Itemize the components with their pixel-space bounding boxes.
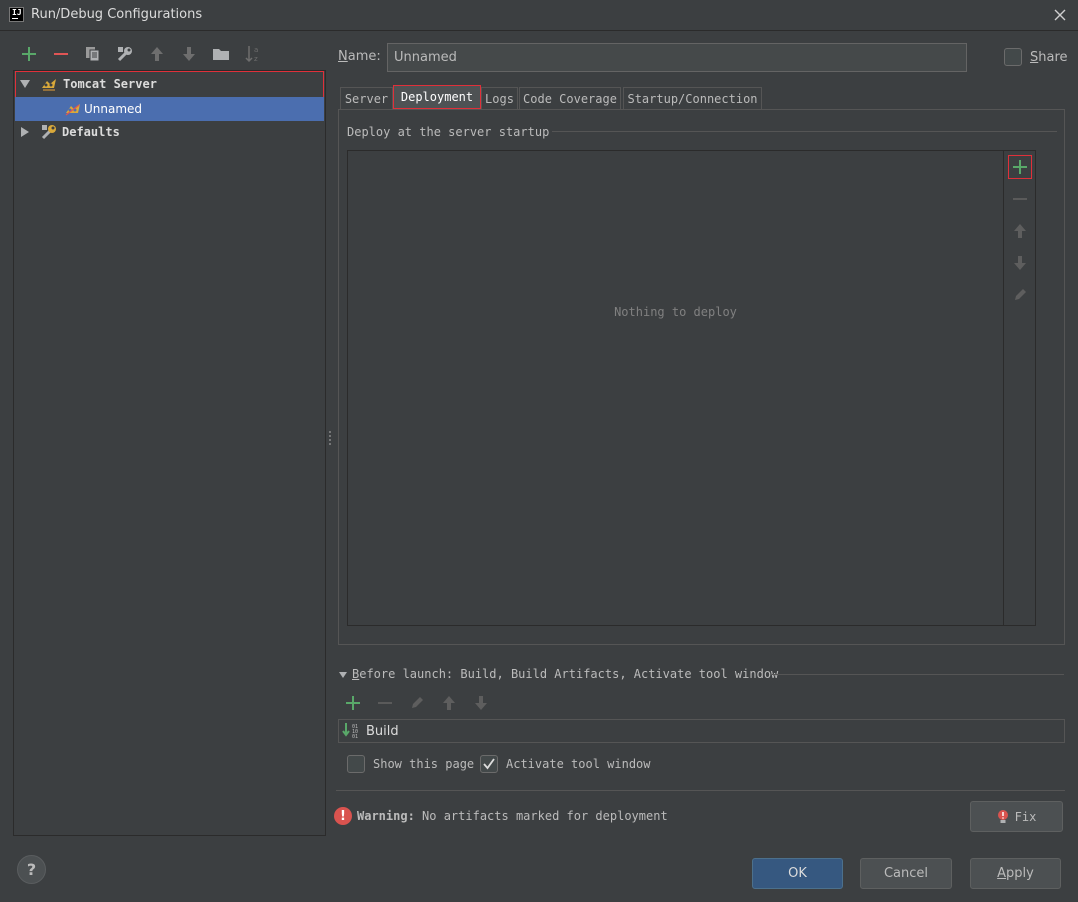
before-launch-list: 01 10 01 Build [338, 719, 1065, 743]
svg-text:01: 01 [352, 734, 358, 740]
deployment-panel: Deploy at the server startup Nothing to … [338, 109, 1065, 645]
add-task-button[interactable] [342, 691, 364, 715]
deployment-toolbar [1003, 151, 1035, 625]
error-icon: ! [334, 807, 352, 825]
folder-icon [213, 49, 229, 60]
expand-arrow-icon[interactable] [19, 78, 31, 90]
move-down-icon [475, 696, 487, 710]
move-down-button[interactable] [178, 42, 200, 66]
tree-item-label: Tomcat Server [63, 77, 157, 91]
add-icon [1013, 160, 1027, 174]
sort-button[interactable]: az [242, 42, 264, 66]
move-up-icon [443, 696, 455, 710]
move-task-up-button[interactable] [438, 691, 460, 715]
cancel-button[interactable]: Cancel [860, 858, 952, 889]
checkmark-icon [483, 758, 495, 770]
remove-task-button[interactable] [374, 691, 396, 715]
tree-item-label: Unnamed [84, 102, 143, 116]
move-up-deployment-button[interactable] [1008, 219, 1032, 243]
add-icon [346, 696, 360, 710]
move-up-button[interactable] [146, 42, 168, 66]
section-divider [772, 674, 1064, 675]
collapse-arrow-icon[interactable] [338, 670, 348, 680]
move-down-deployment-button[interactable] [1008, 251, 1032, 275]
show-this-page-checkbox[interactable] [347, 755, 365, 773]
before-launch-toolbar [342, 691, 502, 715]
move-task-down-button[interactable] [470, 691, 492, 715]
bulb-error-icon [997, 809, 1009, 825]
tomcat-icon [42, 79, 56, 91]
list-item[interactable]: 01 10 01 Build [339, 720, 399, 742]
tree-item-defaults[interactable]: Defaults [14, 120, 325, 144]
edit-icon [1015, 289, 1026, 300]
copy-icon [86, 47, 100, 62]
intellij-logo-icon: IJ [9, 7, 24, 22]
move-up-icon [151, 47, 163, 61]
tab-deployment[interactable]: Deployment [393, 85, 481, 109]
ok-button[interactable]: OK [752, 858, 843, 889]
tab-startup-connection[interactable]: Startup/Connection [623, 87, 762, 109]
title-bar: IJ Run/Debug Configurations [0, 0, 1078, 31]
apply-button[interactable]: Apply [970, 858, 1061, 889]
fix-button[interactable]: Fix [970, 801, 1063, 832]
remove-icon [378, 702, 392, 704]
edit-defaults-button[interactable] [114, 42, 136, 66]
help-button[interactable]: ? [17, 855, 46, 884]
tree-item-label: Defaults [62, 125, 120, 139]
remove-configuration-button[interactable] [50, 42, 72, 66]
move-down-icon [183, 47, 195, 61]
tab-server[interactable]: Server [340, 87, 393, 109]
tab-logs[interactable]: Logs [481, 87, 518, 109]
before-launch-title[interactable]: Before launch: Build, Build Artifacts, A… [352, 667, 778, 681]
deployment-list[interactable]: Nothing to deploy [347, 150, 1036, 626]
move-down-icon [1014, 256, 1026, 270]
collapse-arrow-icon[interactable] [19, 126, 31, 138]
tree-item-unnamed[interactable]: Unnamed [15, 97, 324, 121]
wrench-icon [117, 47, 132, 62]
folder-button[interactable] [210, 42, 232, 66]
edit-deployment-button[interactable] [1008, 283, 1032, 307]
build-icon: 01 10 01 [342, 723, 358, 740]
configurations-tree: Tomcat Server Unnamed Defaults [13, 70, 326, 836]
add-icon [22, 47, 36, 61]
empty-list-text: Nothing to deploy [614, 305, 737, 319]
remove-icon [54, 53, 68, 55]
tomcat-icon [65, 104, 80, 116]
share-checkbox[interactable] [1004, 48, 1022, 66]
activate-tool-window-label[interactable]: Activate tool window [506, 757, 651, 771]
activate-tool-window-checkbox[interactable] [480, 755, 498, 773]
show-this-page-label[interactable]: Show this page [373, 757, 474, 771]
move-up-icon [1014, 224, 1026, 238]
svg-text:z: z [254, 55, 258, 63]
name-label: Name: [338, 49, 381, 64]
edit-icon [412, 697, 423, 708]
sort-az-icon: az [245, 46, 258, 63]
svg-text:a: a [254, 46, 258, 54]
splitter-handle[interactable] [328, 430, 332, 446]
add-configuration-button[interactable] [18, 42, 40, 66]
warning-message: Warning: No artifacts marked for deploym… [357, 809, 668, 823]
remove-icon [1013, 198, 1027, 200]
remove-deployment-button[interactable] [1008, 187, 1032, 211]
close-icon [1054, 9, 1066, 21]
section-divider [552, 131, 1057, 132]
copy-configuration-button[interactable] [82, 42, 104, 66]
wrench-icon [41, 125, 56, 140]
configurations-toolbar: az [18, 42, 278, 68]
edit-task-button[interactable] [406, 691, 428, 715]
name-input[interactable] [387, 43, 967, 72]
share-label[interactable]: Share [1030, 50, 1068, 65]
close-button[interactable] [1050, 5, 1070, 25]
tree-item-tomcat-server[interactable]: Tomcat Server [14, 72, 325, 96]
window-title: Run/Debug Configurations [31, 7, 203, 22]
section-divider [336, 790, 1065, 791]
tab-code-coverage[interactable]: Code Coverage [519, 87, 621, 109]
add-deployment-button[interactable] [1008, 155, 1032, 179]
list-item-label: Build [366, 723, 399, 739]
deploy-section-title: Deploy at the server startup [347, 125, 550, 139]
